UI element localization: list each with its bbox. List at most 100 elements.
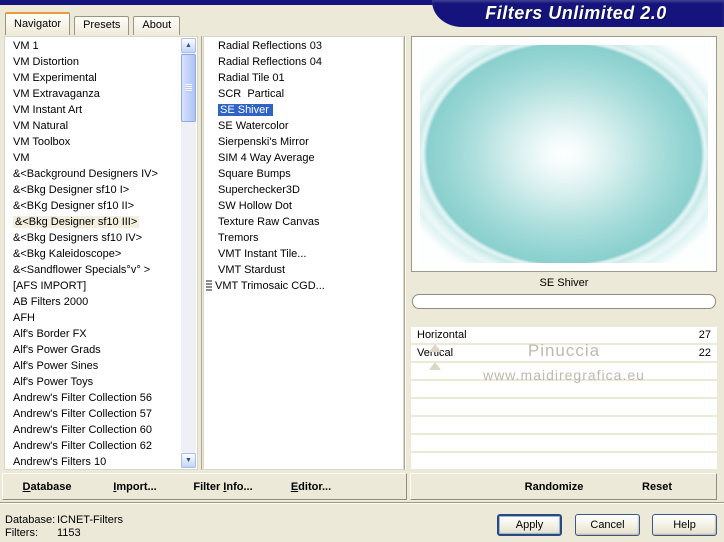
list-item[interactable]: Andrew's Filter Collection 56: [5, 390, 181, 406]
list-item[interactable]: VMT Instant Tile...: [204, 246, 403, 262]
list-item[interactable]: SE Shiver: [204, 102, 403, 118]
panel-divider: [404, 36, 405, 470]
slider-row-empty[interactable]: [411, 381, 717, 397]
list-item[interactable]: Andrew's Filter Collection 57: [5, 406, 181, 422]
category-list-items: VM 1 VM Distortion VM Experimental VM Extra…: [5, 38, 181, 469]
tab-about[interactable]: About: [133, 16, 181, 35]
list-item[interactable]: SCR Partical: [204, 86, 403, 102]
list-item[interactable]: Radial Reflections 04: [204, 54, 403, 70]
list-item-label: VM: [13, 152, 30, 164]
list-item-label: &<Bkg Designer sf10 I>: [13, 184, 130, 196]
list-item-label: Andrew's Filter Collection 57: [13, 408, 153, 420]
list-item[interactable]: &<Bkg Designers sf10 IV>: [5, 230, 181, 246]
list-item[interactable]: Radial Tile 01: [204, 70, 403, 86]
list-item-label: &<Bkg Designers sf10 IV>: [13, 232, 143, 244]
slider-row[interactable]: Vertical 22: [411, 345, 717, 370]
scroll-up-button[interactable]: ▲: [181, 38, 196, 53]
category-scrollbar[interactable]: ▲ ▼: [181, 38, 196, 468]
toolbar-button-editor[interactable]: Editor...: [267, 481, 355, 493]
filter-list-items: Radial Reflections 03 Radial Reflections …: [204, 38, 403, 469]
list-item[interactable]: &<Sandflower Specials°v° >: [5, 262, 181, 278]
slider-value: 27: [698, 329, 711, 341]
scroll-down-button[interactable]: ▼: [181, 453, 196, 468]
title-banner: Filters Unlimited 2.0: [432, 0, 724, 27]
list-item[interactable]: VM Instant Art: [5, 102, 181, 118]
list-item[interactable]: Texture Raw Canvas: [204, 214, 403, 230]
list-item[interactable]: Sierpenski's Mirror: [204, 134, 403, 150]
list-item[interactable]: Alf's Power Toys: [5, 374, 181, 390]
cancel-button[interactable]: Cancel: [575, 514, 640, 536]
slider-row-empty[interactable]: [411, 399, 717, 415]
list-item[interactable]: Andrew's Filter Collection 62: [5, 438, 181, 454]
list-item[interactable]: VM 1: [5, 38, 181, 54]
list-item[interactable]: VM: [5, 150, 181, 166]
slider-thumb[interactable]: [429, 344, 442, 352]
tab-bar: Navigator Presets About: [5, 12, 181, 35]
list-item[interactable]: [AFS IMPORT]: [5, 278, 181, 294]
list-item-label: Alf's Power Toys: [13, 376, 94, 388]
list-item[interactable]: VM Toolbox: [5, 134, 181, 150]
tab-navigator[interactable]: Navigator: [5, 12, 71, 35]
tab-label: Navigator: [14, 18, 62, 30]
list-item-label: Andrew's Filters 10: [13, 456, 107, 468]
slider-row[interactable]: Horizontal 27: [411, 327, 717, 352]
list-item-label: SCR Partical: [218, 88, 285, 100]
list-item[interactable]: SE Watercolor: [204, 118, 403, 134]
list-item-label: &<Bkg Designer sf10 III>: [13, 216, 140, 228]
list-item[interactable]: Alf's Power Grads: [5, 342, 181, 358]
list-item[interactable]: Andrew's Filter Collection 60: [5, 422, 181, 438]
list-item[interactable]: &<BKg Designer sf10 II>: [5, 198, 181, 214]
slider-thumb[interactable]: [429, 362, 442, 370]
list-item[interactable]: VM Extravaganza: [5, 86, 181, 102]
list-item[interactable]: Alf's Power Sines: [5, 358, 181, 374]
list-item[interactable]: SW Hollow Dot: [204, 198, 403, 214]
scroll-down-icon: ▼: [185, 457, 192, 464]
toolbar-left: Database Import... Filter Info... Editor...: [2, 473, 407, 500]
tab-label: Presets: [83, 19, 121, 31]
tab-label: About: [142, 19, 172, 31]
list-item[interactable]: SIM 4 Way Average: [204, 150, 403, 166]
toolbar-button-import[interactable]: Import...: [91, 481, 179, 493]
slider-row-empty[interactable]: [411, 417, 717, 433]
list-item-label: VMT Instant Tile...: [218, 248, 307, 260]
list-item[interactable]: AFH: [5, 310, 181, 326]
list-item[interactable]: VMT Stardust: [204, 262, 403, 278]
list-item[interactable]: VMT Trimosaic CGD...: [204, 278, 403, 294]
list-item[interactable]: Andrew's Filters 10: [5, 454, 181, 469]
list-item-label: Alf's Power Grads: [13, 344, 101, 356]
list-item-label: &<Background Designers IV>: [13, 168, 158, 180]
progress-bar: [412, 294, 716, 309]
toolbar-button-database[interactable]: Database: [3, 481, 91, 493]
list-item[interactable]: Tremors: [204, 230, 403, 246]
slider-row-empty[interactable]: [411, 435, 717, 451]
list-item-label: VM Extravaganza: [13, 88, 100, 100]
list-item-label: Alf's Border FX: [13, 328, 87, 340]
filter-list-panel: Radial Reflections 03 Radial Reflections …: [203, 36, 404, 470]
list-item[interactable]: &<Bkg Designer sf10 I>: [5, 182, 181, 198]
list-item-label: SE Shiver: [218, 104, 273, 116]
scrollbar-thumb[interactable]: [181, 54, 196, 122]
list-item-label: &<Sandflower Specials°v° >: [13, 264, 151, 276]
toolbar-button-reset[interactable]: Reset: [622, 481, 692, 493]
list-item[interactable]: VM Natural: [5, 118, 181, 134]
list-item[interactable]: VM Experimental: [5, 70, 181, 86]
list-item[interactable]: AB Filters 2000: [5, 294, 181, 310]
slider-row-empty[interactable]: [411, 453, 717, 469]
list-item[interactable]: &<Bkg Kaleidoscope>: [5, 246, 181, 262]
slider-label: Horizontal: [417, 329, 467, 341]
stack-lines-icon: [206, 280, 212, 291]
toolbar-button-filter-info[interactable]: Filter Info...: [179, 481, 267, 493]
list-item[interactable]: Square Bumps: [204, 166, 403, 182]
list-item-label: Andrew's Filter Collection 56: [13, 392, 153, 404]
help-button[interactable]: Help: [652, 514, 717, 536]
toolbar-button-randomize[interactable]: Randomize: [504, 481, 604, 493]
apply-button[interactable]: Apply: [497, 514, 562, 536]
list-item[interactable]: &<Background Designers IV>: [5, 166, 181, 182]
list-item[interactable]: Radial Reflections 03: [204, 38, 403, 54]
list-item[interactable]: VM Distortion: [5, 54, 181, 70]
list-item[interactable]: Alf's Border FX: [5, 326, 181, 342]
slider-row-empty[interactable]: [411, 363, 717, 379]
tab-presets[interactable]: Presets: [74, 16, 130, 35]
list-item[interactable]: Superchecker3D: [204, 182, 403, 198]
list-item[interactable]: &<Bkg Designer sf10 III>: [5, 214, 181, 230]
